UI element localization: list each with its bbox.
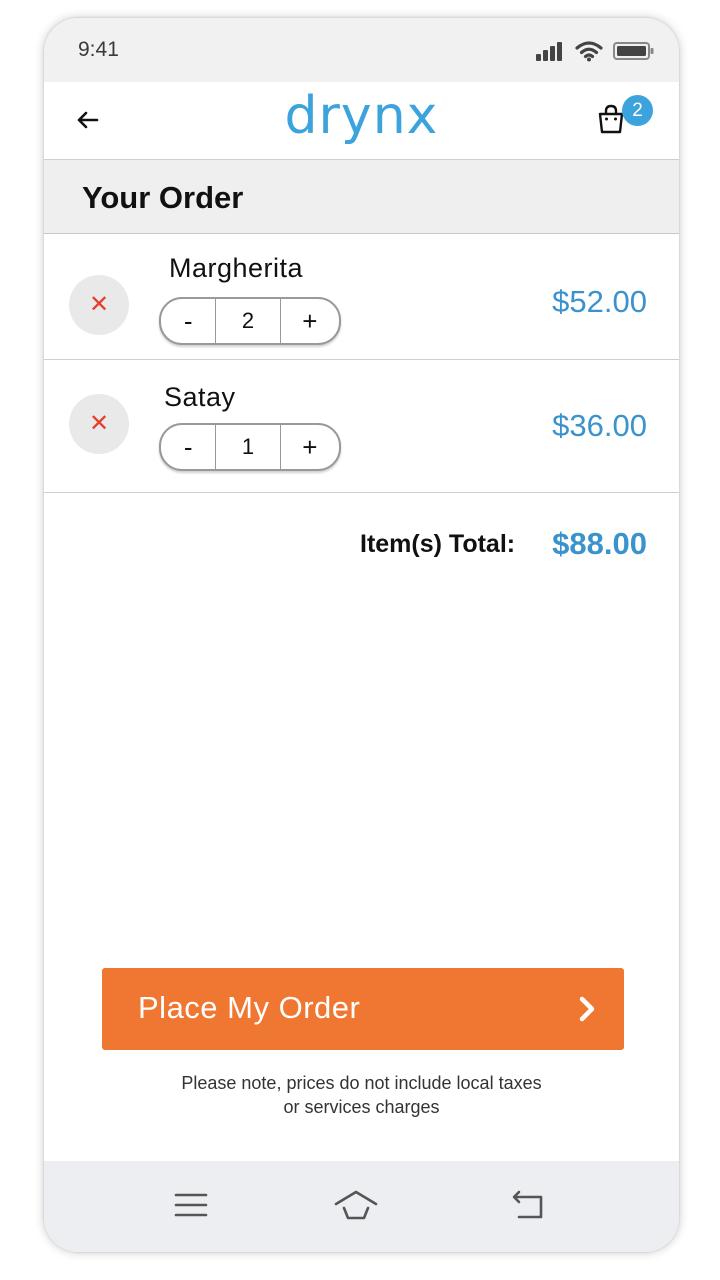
remove-item-button[interactable]: ✕ (69, 275, 129, 335)
back-nav-button[interactable] (509, 1187, 549, 1223)
back-icon (512, 1190, 543, 1219)
item-price: $52.00 (552, 284, 647, 319)
wifi-icon (575, 41, 603, 62)
app-logo: drynx (284, 86, 439, 146)
order-item-row: ✕ Margherita - 2 + $52.00 (44, 234, 679, 360)
increase-quantity-button[interactable]: + (281, 299, 339, 343)
quantity-value: 1 (215, 425, 281, 469)
phone-frame: 9:41 drynx 2 Your Order ✕ Margherita - 2… (44, 18, 679, 1252)
chevron-right-icon (579, 996, 595, 1022)
page-title: Your Order (82, 180, 244, 215)
bottom-navigation (44, 1161, 679, 1252)
home-nav-button[interactable] (334, 1187, 378, 1223)
app-header: drynx 2 (44, 82, 679, 160)
status-icons (535, 40, 655, 62)
battery-icon (613, 42, 654, 60)
items-total-value: $88.00 (552, 526, 647, 561)
decrease-quantity-button[interactable]: - (161, 425, 215, 469)
menu-icon (174, 1193, 208, 1217)
home-icon (334, 1190, 378, 1220)
item-name: Satay (164, 382, 236, 412)
order-section-header: Your Order (44, 160, 679, 234)
cart-count-badge: 2 (622, 95, 653, 126)
quantity-stepper: - 1 + (159, 423, 341, 471)
order-item-row: ✕ Satay - 1 + $36.00 (44, 360, 679, 493)
status-bar: 9:41 (44, 18, 679, 82)
increase-quantity-button[interactable]: + (281, 425, 339, 469)
item-name: Margherita (169, 253, 304, 283)
place-order-label: Place My Order (138, 990, 361, 1025)
pricing-note-line: Please note, prices do not include local… (181, 1073, 542, 1093)
close-icon: ✕ (88, 410, 110, 437)
pricing-note: Please note, prices do not include local… (44, 1071, 679, 1119)
menu-nav-button[interactable] (171, 1187, 211, 1223)
close-icon: ✕ (88, 291, 110, 318)
place-order-button[interactable]: Place My Order (102, 968, 624, 1050)
status-time: 9:41 (78, 38, 119, 61)
pricing-note-line: or services charges (283, 1097, 440, 1117)
items-total-label: Item(s) Total: (360, 530, 516, 558)
quantity-value: 2 (215, 299, 281, 343)
item-price: $36.00 (552, 408, 647, 443)
signal-icon (536, 42, 562, 61)
quantity-stepper: - 2 + (159, 297, 341, 345)
decrease-quantity-button[interactable]: - (161, 299, 215, 343)
remove-item-button[interactable]: ✕ (69, 394, 129, 454)
